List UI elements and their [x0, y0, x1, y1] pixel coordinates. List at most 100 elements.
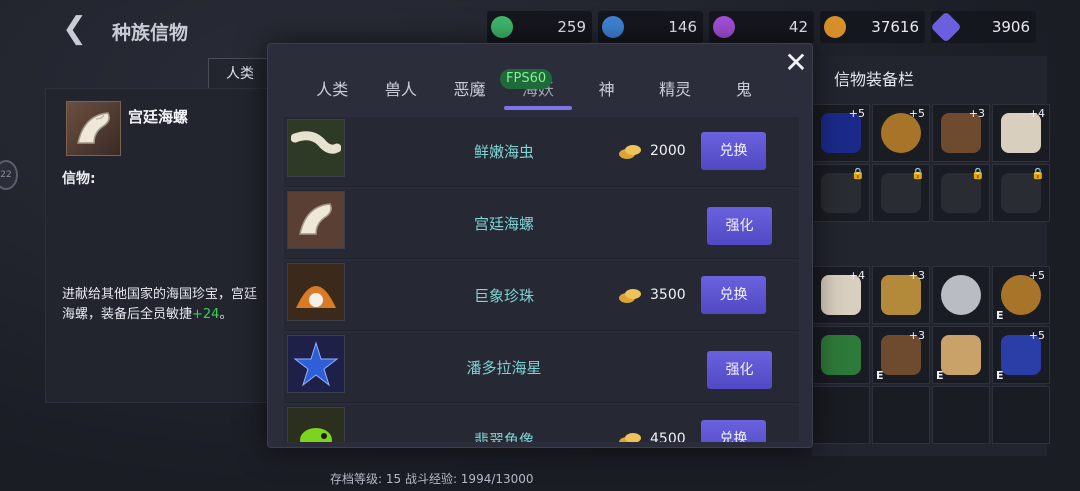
tab-elf[interactable]: 精灵	[641, 70, 710, 110]
gold-coin-icon	[619, 289, 641, 303]
gold-coin-icon	[619, 145, 641, 159]
agility-bonus: +24	[192, 307, 220, 322]
herb-icon	[821, 335, 861, 375]
starfish-icon	[287, 335, 345, 393]
currency-value: 37616	[871, 18, 919, 36]
equipment-grid-2: +4 +3 +5 E +3 E E +5 E	[812, 266, 1050, 444]
empty-slot[interactable]	[812, 386, 870, 444]
archive-status: 存档等级: 15 战斗经验: 1994/13000	[330, 472, 534, 486]
tab-demon[interactable]: 恶魔	[435, 70, 504, 110]
equipped-label: E	[876, 369, 884, 382]
item-name: 潘多拉海星	[466, 359, 542, 377]
empty-slot[interactable]	[872, 386, 930, 444]
currency-green: 259	[487, 11, 592, 43]
item-price: 2000	[650, 143, 686, 159]
lock-icon: 🔒	[851, 167, 865, 180]
equip-slot[interactable]: +5 E	[992, 266, 1050, 324]
sack-icon	[941, 335, 981, 375]
currency-value: 3906	[991, 18, 1030, 36]
description-suffix: 。	[219, 307, 233, 322]
equip-slot[interactable]	[812, 326, 870, 384]
blue-potion-icon	[602, 16, 624, 38]
slot-badge: +3	[968, 107, 985, 120]
slot-badge: +5	[848, 107, 865, 120]
lock-icon: 🔒	[911, 167, 925, 180]
locked-slot[interactable]: 🔒	[872, 164, 930, 222]
conch-icon	[66, 101, 121, 156]
gold-coin-icon	[824, 16, 846, 38]
equip-slot[interactable]: +3	[872, 266, 930, 324]
exchange-modal: ✕ 人类 兽人 恶魔 海妖 神 精灵 鬼 FPS60 鲜嫩海虫 2000 兑换 …	[267, 43, 813, 448]
tab-god[interactable]: 神	[572, 70, 641, 110]
equip-slot[interactable]: +4	[812, 266, 870, 324]
silver-coins-icon	[941, 275, 981, 315]
currency-crystal: 3906	[930, 11, 1036, 43]
equip-slot[interactable]: +3	[932, 104, 990, 162]
currency-value: 259	[557, 18, 586, 36]
lock-icon: 🔒	[1031, 167, 1045, 180]
slot-badge: +5	[908, 107, 925, 120]
green-potion-icon	[491, 16, 513, 38]
slot-badge: +5	[1028, 329, 1045, 342]
trust-label: 信物:	[62, 171, 96, 187]
equip-slot[interactable]: +5	[812, 104, 870, 162]
equip-slot[interactable]: +5	[872, 104, 930, 162]
equipment-title: 信物装备栏	[834, 70, 915, 89]
left-tab[interactable]: 人类	[208, 58, 272, 90]
conch-icon	[287, 191, 345, 249]
currency-purple: 42	[709, 11, 814, 43]
back-arrow-icon[interactable]: ❮	[62, 14, 87, 44]
equipment-grid-1: +5 +5 +3 +4 🔒 🔒 🔒 🔒	[812, 104, 1050, 222]
item-name: 巨象珍珠	[473, 287, 534, 305]
sea-worm-icon	[287, 119, 345, 177]
pearl-icon	[287, 263, 345, 321]
item-price: 4500	[650, 431, 686, 442]
empty-slot[interactable]	[992, 386, 1050, 444]
exchange-button[interactable]: 兑换	[701, 420, 766, 442]
item-description: 进献给其他国家的海国珍宝，宫廷海螺，装备后全员敏捷+24。	[62, 285, 262, 325]
equip-slot[interactable]: E	[932, 326, 990, 384]
equipped-label: E	[996, 369, 1004, 382]
slot-badge: +4	[1028, 107, 1045, 120]
item-price: 3500	[650, 287, 686, 303]
upgrade-button[interactable]: 强化	[707, 207, 772, 245]
slot-badge: +3	[908, 329, 925, 342]
locked-slot[interactable]: 🔒	[932, 164, 990, 222]
close-icon[interactable]: ✕	[782, 49, 810, 78]
crystal-icon	[930, 11, 962, 43]
lock-icon: 🔒	[971, 167, 985, 180]
tab-ghost[interactable]: 鬼	[709, 70, 778, 110]
tab-orc[interactable]: 兽人	[367, 70, 436, 110]
tab-human[interactable]: 人类	[298, 70, 367, 110]
item-list: 鲜嫩海虫 2000 兑换 宫廷海螺 强化 巨象珍珠 3500 兑换 潘多拉海星 …	[284, 117, 799, 442]
item-name: 鲜嫩海虫	[473, 143, 534, 161]
equip-slot[interactable]: +4	[992, 104, 1050, 162]
slot-badge: +4	[848, 269, 865, 282]
equip-slot[interactable]: +3 E	[872, 326, 930, 384]
item-name: 宫廷海螺	[473, 215, 534, 233]
fish-statue-icon	[287, 407, 345, 442]
list-item: 鲜嫩海虫 2000 兑换	[284, 117, 799, 187]
equip-slot[interactable]	[932, 266, 990, 324]
currency-gold: 37616	[820, 11, 925, 43]
list-item: 巨象珍珠 3500 兑换	[284, 261, 799, 331]
page-title: 种族信物	[112, 22, 189, 44]
currency-blue: 146	[598, 11, 703, 43]
currency-value: 42	[788, 18, 808, 36]
exchange-button[interactable]: 兑换	[701, 132, 766, 170]
empty-slot[interactable]	[932, 386, 990, 444]
item-name: 翡翠鱼像	[473, 431, 534, 442]
list-item: 宫廷海螺 强化	[284, 189, 799, 259]
equipped-label: E	[936, 369, 944, 382]
item-name: 宫廷海螺	[128, 108, 189, 126]
slot-badge: +5	[1028, 269, 1045, 282]
slot-badge: +3	[908, 269, 925, 282]
fps-counter: FPS60	[500, 69, 553, 89]
equip-slot[interactable]: +5 E	[992, 326, 1050, 384]
locked-slot[interactable]: 🔒	[812, 164, 870, 222]
upgrade-button[interactable]: 强化	[707, 351, 772, 389]
gold-coin-icon	[619, 433, 641, 442]
purple-potion-icon	[713, 16, 735, 38]
exchange-button[interactable]: 兑换	[701, 276, 766, 314]
locked-slot[interactable]: 🔒	[992, 164, 1050, 222]
